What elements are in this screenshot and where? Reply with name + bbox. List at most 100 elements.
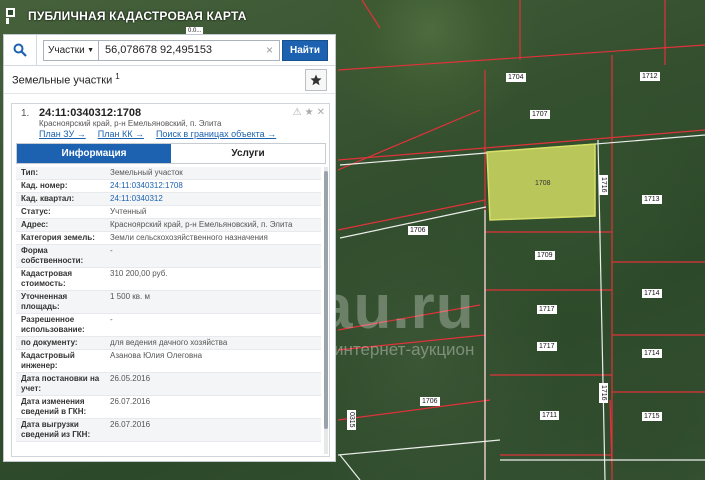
results-count: 1: [115, 72, 120, 82]
result-index: 1.: [21, 108, 30, 119]
property-value: -: [110, 246, 113, 255]
logo-icon: [6, 8, 15, 24]
plan-kk-link[interactable]: План КК →: [98, 129, 144, 139]
properties-table: Тип: Земельный участок Кад. номер: 24:11:03…: [16, 167, 321, 454]
watermark: au.ru: [318, 273, 475, 342]
property-value: Азанова Юлия Олеговна: [110, 351, 203, 360]
scrollbar-thumb[interactable]: [324, 171, 328, 429]
result-cad-number[interactable]: 24:11:0340312:1708: [39, 107, 141, 119]
watermark-subtitle: интернет-аукцион: [334, 340, 475, 359]
property-row: Дата постановки на учет: 26.05.2016: [16, 373, 321, 396]
search-bar: Участки ▼ 56,078678 92,495153 × Найти: [4, 34, 335, 66]
plan-zu-link[interactable]: План ЗУ →: [39, 129, 86, 139]
property-key: по документу:: [21, 338, 78, 347]
property-row: Кадастровая стоимость: 310 200,00 руб.: [16, 268, 321, 291]
result-card: 1. 24:11:0340312:1708 Красноярский край,…: [11, 103, 330, 457]
parcel-label: 1706: [408, 226, 428, 235]
parcel-label: 1714: [642, 289, 662, 298]
parcel-label: 1717: [537, 342, 557, 351]
property-key: Кад. квартал:: [21, 194, 75, 203]
parcel-label: 1717: [537, 305, 557, 314]
search-toggle[interactable]: [4, 34, 37, 66]
result-tabs: Информация Услуги: [16, 143, 326, 164]
property-row: Дата выгрузки сведений из ГКН: 26.07.2016: [16, 419, 321, 442]
property-key: Дата выгрузки сведений из ГКН:: [21, 420, 91, 439]
property-key: Дата изменения сведений в ГКН:: [21, 397, 87, 416]
property-value: Земли сельскохозяйственного назначения: [110, 233, 268, 242]
property-value: Земельный участок: [110, 168, 183, 177]
property-key: Кадастровый инженер:: [21, 351, 75, 370]
chevron-down-icon: ▼: [87, 46, 94, 54]
parcel-label: 1709: [535, 251, 555, 260]
clear-icon[interactable]: ×: [266, 43, 273, 57]
search-query: 56,078678 92,495153: [105, 44, 213, 56]
property-row: Разрешенное использование: -: [16, 314, 321, 337]
tab-info[interactable]: Информация: [17, 144, 171, 163]
search-type-label: Участки: [48, 44, 85, 56]
property-key: Дата постановки на учет:: [21, 374, 100, 393]
property-row: Адрес: Красноярский край, р-н Емельяновск…: [16, 219, 321, 232]
property-key: Адрес:: [21, 220, 49, 229]
property-value: 1 500 кв. м: [110, 292, 150, 301]
property-value[interactable]: 24:11:0340312: [107, 193, 321, 205]
parcel-label: 1716: [599, 175, 608, 195]
property-value: 310 200,00 руб.: [110, 269, 168, 278]
parcel-label: 1715: [642, 412, 662, 421]
property-key: Статус:: [21, 207, 51, 216]
warning-icon[interactable]: ⚠: [293, 107, 302, 118]
property-key: Кадастровая стоимость:: [21, 269, 73, 288]
property-row: Статус: Учтенный: [16, 206, 321, 219]
star-icon[interactable]: ★: [305, 107, 314, 118]
property-row: Кад. номер: 24:11:0340312:1708: [16, 180, 321, 193]
search-panel: Участки ▼ 56,078678 92,495153 × Найти Зе…: [3, 34, 336, 462]
results-title-text: Земельные участки: [12, 74, 113, 87]
property-key: Уточненная площадь:: [21, 292, 68, 311]
property-row: Форма собственности: -: [16, 245, 321, 268]
result-links: План ЗУ → План КК → Поиск в границах объ…: [39, 129, 276, 139]
parcel-label: 1707: [530, 110, 550, 119]
property-row: Кадастровый инженер: Азанова Юлия Олеговн…: [16, 350, 321, 373]
parcel-label: 0315: [347, 410, 356, 430]
result-address: Красноярский край, р-н Емельяновский, п.…: [39, 119, 222, 128]
favorites-button[interactable]: [305, 68, 327, 91]
property-value: -: [110, 315, 113, 324]
scrollbar[interactable]: [324, 167, 328, 454]
find-button[interactable]: Найти: [282, 39, 328, 61]
property-value[interactable]: 24:11:0340312:1708: [107, 180, 321, 192]
close-icon[interactable]: ✕: [317, 107, 325, 118]
property-value: Учтенный: [110, 207, 147, 216]
property-row: Дата изменения сведений в ГКН: 26.07.2016: [16, 396, 321, 419]
results-header: Земельные участки 1: [4, 66, 335, 94]
property-row: Уточненная площадь: 1 500 кв. м: [16, 291, 321, 314]
property-row: Тип: Земельный участок: [16, 167, 321, 180]
property-row: Кад. квартал: 24:11:0340312: [16, 193, 321, 206]
search-icon: [13, 43, 27, 57]
property-value: Красноярский край, р-н Емельяновский, п.…: [110, 220, 293, 229]
parcel-label: 1704: [506, 73, 526, 82]
parcel-label: 1711: [540, 411, 560, 420]
search-input[interactable]: 56,078678 92,495153 ×: [99, 39, 280, 61]
property-row: по документу: для ведения дачного хозяйст…: [16, 337, 321, 350]
property-key: Разрешенное использование:: [21, 315, 85, 334]
parcel-label: 1714: [642, 349, 662, 358]
result-actions: ⚠ ★ ✕: [293, 107, 325, 118]
result-header: 1. 24:11:0340312:1708 Красноярский край,…: [12, 104, 329, 140]
property-key: Форма собственности:: [21, 246, 84, 265]
app-header: ПУБЛИЧНАЯ КАДАСТРОВАЯ КАРТА: [0, 0, 330, 32]
search-type-select[interactable]: Участки ▼: [43, 39, 99, 61]
tab-services[interactable]: Услуги: [171, 144, 325, 163]
parcel-label-selected: 1708: [535, 180, 551, 187]
property-key: Кад. номер:: [21, 181, 68, 190]
results-title: Земельные участки 1: [12, 72, 120, 87]
parcel-label: 1716: [599, 383, 608, 403]
star-icon: [310, 74, 322, 85]
property-key: Категория земель:: [21, 233, 95, 242]
property-key: Тип:: [21, 168, 38, 177]
property-value: 26.05.2016: [110, 374, 151, 383]
search-in-bounds-link[interactable]: Поиск в границах объекта →: [156, 129, 276, 139]
parcel-label: 1706: [420, 397, 440, 406]
property-value: 26.07.2016: [110, 420, 151, 429]
parcel-label: 1713: [642, 195, 662, 204]
property-value: 26.07.2016: [110, 397, 151, 406]
parcel-label: 1712: [640, 72, 660, 81]
